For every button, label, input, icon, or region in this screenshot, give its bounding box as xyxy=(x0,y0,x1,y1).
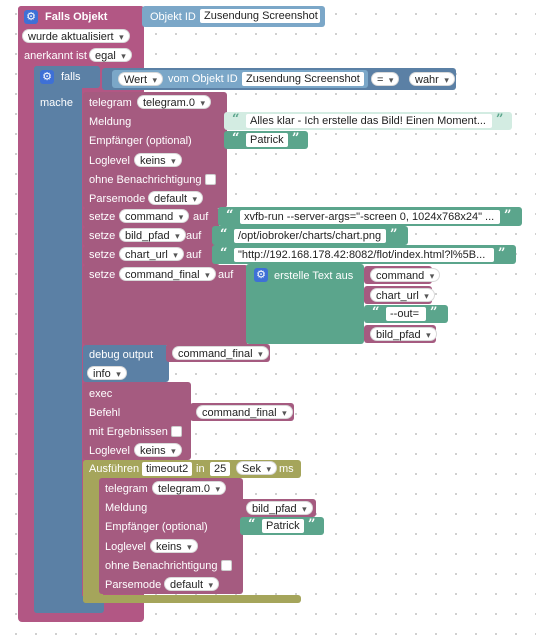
timeout-in-label: in xyxy=(196,463,205,475)
trigger-title: Falls Objekt xyxy=(45,11,108,23)
exec-command-label: Befehl xyxy=(89,407,121,419)
join-part-chart-url-dropdown[interactable]: chart_url xyxy=(370,288,435,303)
open-quote-icon: “ xyxy=(372,305,380,320)
close-quote-icon: ” xyxy=(496,112,504,127)
telegram2-message-label: Meldung xyxy=(105,502,148,514)
timeout-unit-dropdown[interactable]: Sek xyxy=(236,461,277,476)
join-settings-gear-icon[interactable]: ⚙ xyxy=(254,268,268,282)
set-chart-url-to-label: auf xyxy=(186,249,202,261)
boolean-dropdown[interactable]: wahr xyxy=(409,72,455,87)
set-command-final-var-dropdown[interactable]: command_final xyxy=(119,267,216,282)
open-quote-icon: “ xyxy=(220,246,228,261)
telegram1-loglevel-label: Loglevel xyxy=(89,155,130,167)
join-part-bild-pfad-dropdown[interactable]: bild_pfad xyxy=(370,327,437,342)
exec-command-var-dropdown[interactable]: command_final xyxy=(196,405,293,420)
timeout-footer[interactable] xyxy=(83,595,301,603)
telegram2-loglevel-dropdown[interactable]: keins xyxy=(150,539,198,554)
trigger-settings-gear-icon[interactable]: ⚙ xyxy=(24,10,38,24)
set-bild-pfad-set-label: setze xyxy=(89,230,116,242)
open-quote-icon: “ xyxy=(232,112,240,127)
from-object-label: vom Objekt ID xyxy=(168,73,238,85)
telegram1-silent-checkbox[interactable] xyxy=(205,174,216,185)
condition-object-field[interactable]: Zusendung Screenshot xyxy=(242,72,364,86)
telegram1-parsemode-label: Parsemode xyxy=(89,193,146,205)
set-command-final-set-label: setze xyxy=(89,269,116,281)
set-bild-pfad-to-label: auf xyxy=(186,230,202,242)
join-part-command-dropdown[interactable]: command xyxy=(370,268,441,283)
telegram2-title: telegram xyxy=(105,483,148,495)
telegram2-parsemode-dropdown[interactable]: default xyxy=(164,577,220,592)
set-bild-pfad-var-dropdown[interactable]: bild_pfad xyxy=(119,228,186,243)
open-quote-icon: “ xyxy=(220,227,228,242)
debug-var-dropdown[interactable]: command_final xyxy=(172,346,269,361)
set-command-text[interactable]: xvfb-run --server-args="-screen 0, 1024x… xyxy=(240,210,500,224)
set-command-var-dropdown[interactable]: command xyxy=(119,209,190,224)
telegram1-parsemode-dropdown[interactable]: default xyxy=(148,191,204,206)
debug-level-dropdown[interactable]: info xyxy=(87,366,127,381)
open-quote-icon: “ xyxy=(232,131,240,146)
open-quote-icon: “ xyxy=(248,517,256,532)
telegram2-silent-label: ohne Benachrichtigung xyxy=(105,560,218,572)
operator-dropdown[interactable]: = xyxy=(371,72,400,87)
close-quote-icon: ” xyxy=(430,305,438,320)
set-command-final-to-label: auf xyxy=(218,269,234,281)
telegram2-recipient-label: Empfänger (optional) xyxy=(105,521,208,533)
ack-dropdown[interactable]: egal xyxy=(89,48,132,63)
trigger-updated-dropdown[interactable]: wurde aktualisiert xyxy=(22,29,130,44)
exec-results-label: mit Ergebnissen xyxy=(89,426,168,438)
set-chart-url-text[interactable]: "http://192.168.178.42:8082/flot/index.h… xyxy=(234,248,494,262)
set-chart-url-var-dropdown[interactable]: chart_url xyxy=(119,247,184,262)
close-quote-icon: ” xyxy=(498,246,506,261)
telegram2-instance-dropdown[interactable]: telegram.0 xyxy=(152,481,226,496)
exec-loglevel-label: Loglevel xyxy=(89,445,130,457)
timeout-name-field[interactable]: timeout2 xyxy=(142,462,192,476)
timeout-ms-label: ms xyxy=(279,463,294,475)
telegram2-silent-checkbox[interactable] xyxy=(221,560,232,571)
value-type-dropdown[interactable]: Wert xyxy=(118,72,164,87)
exec-loglevel-dropdown[interactable]: keins xyxy=(134,443,182,458)
object-id-label: Objekt ID xyxy=(150,11,196,23)
exec-results-checkbox[interactable] xyxy=(171,426,182,437)
set-command-set-label: setze xyxy=(89,211,116,223)
exec-title: exec xyxy=(89,388,113,400)
open-quote-icon: “ xyxy=(226,208,234,223)
set-chart-url-set-label: setze xyxy=(89,249,116,261)
object-id-field[interactable]: Zusendung Screenshot xyxy=(200,9,320,23)
telegram1-recipient-label: Empfänger (optional) xyxy=(89,135,192,147)
telegram1-loglevel-dropdown[interactable]: keins xyxy=(134,153,182,168)
close-quote-icon: ” xyxy=(292,131,300,146)
join-part-out-text[interactable]: --out= xyxy=(386,307,426,321)
close-quote-icon: ” xyxy=(504,208,512,223)
telegram2-message-var-dropdown[interactable]: bild_pfad xyxy=(246,501,313,516)
telegram1-instance-dropdown[interactable]: telegram.0 xyxy=(137,95,211,110)
telegram1-silent-label: ohne Benachrichtigung xyxy=(89,174,202,186)
debug-output-label: debug output xyxy=(89,349,154,361)
ack-label: anerkannt ist xyxy=(24,50,87,62)
telegram1-recipient-text[interactable]: Patrick xyxy=(246,133,288,147)
if-settings-gear-icon[interactable]: ⚙ xyxy=(40,70,54,84)
telegram1-title: telegram xyxy=(89,97,132,109)
set-command-to-label: auf xyxy=(193,211,209,223)
timeout-value-field[interactable]: 25 xyxy=(210,462,230,476)
join-label: erstelle Text aus xyxy=(274,270,354,282)
if-block[interactable] xyxy=(34,66,82,613)
close-quote-icon: ” xyxy=(308,517,316,532)
telegram2-recipient-text[interactable]: Patrick xyxy=(262,519,304,533)
then-label: mache xyxy=(40,97,74,109)
close-quote-icon: ” xyxy=(390,227,398,242)
telegram2-parsemode-label: Parsemode xyxy=(105,579,162,591)
telegram1-message-label: Meldung xyxy=(89,116,132,128)
set-bild-pfad-text[interactable]: /opt/iobroker/charts/chart.png xyxy=(234,229,386,243)
telegram2-loglevel-label: Loglevel xyxy=(105,541,146,553)
if-label: falls xyxy=(61,71,81,83)
telegram1-message-text[interactable]: Alles klar - Ich erstelle das Bild! Eine… xyxy=(246,114,492,128)
timeout-run-label: Ausführen xyxy=(89,463,140,475)
